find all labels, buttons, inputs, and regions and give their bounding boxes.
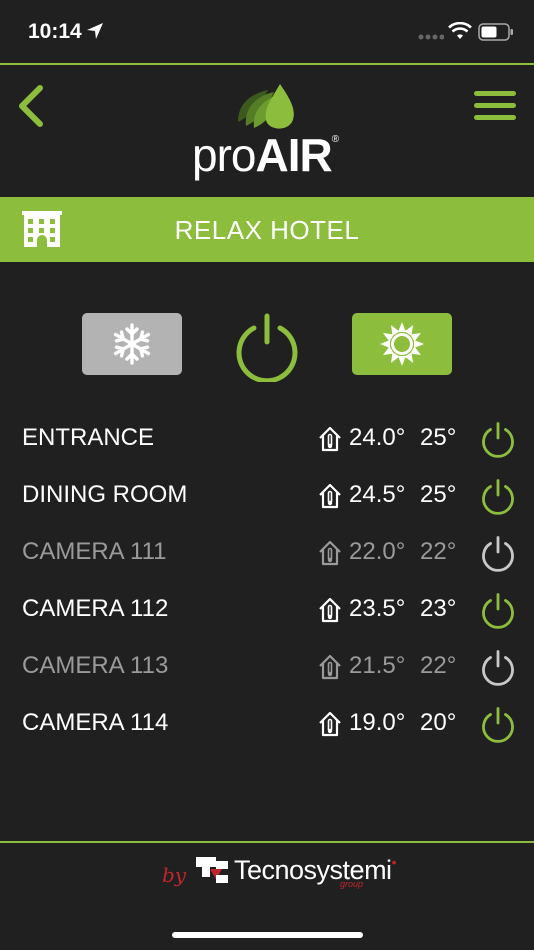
room-current-temp: 19.0°: [349, 709, 406, 736]
power-icon[interactable]: [479, 478, 517, 516]
hotel-bar[interactable]: RELAX HOTEL: [0, 197, 534, 262]
logo-pro: pro: [192, 129, 256, 181]
home-thermometer-icon: [319, 654, 341, 680]
brand-dot: •: [391, 854, 397, 870]
room-name: CAMERA 114: [22, 709, 169, 736]
room-name: CAMERA 112: [22, 595, 169, 622]
room-name: CAMERA 111: [22, 538, 167, 565]
home-indicator[interactable]: [172, 932, 363, 938]
power-icon[interactable]: [479, 592, 517, 630]
by-label: by: [162, 863, 187, 887]
room-current-temp: 23.5°: [349, 595, 406, 622]
footer-divider: [0, 841, 534, 843]
leaf-logo-icon: [238, 84, 294, 129]
room-setpoint[interactable]: 22°: [420, 538, 456, 566]
brand-name: Tecnosystemi•: [234, 854, 397, 886]
room-row[interactable]: CAMERA 114 19.0° 20°: [0, 695, 534, 752]
room-setpoint[interactable]: 22°: [420, 652, 456, 680]
logo-air: AIR: [255, 129, 332, 181]
menu-button[interactable]: [470, 86, 518, 126]
home-thermometer-icon: [319, 483, 341, 509]
room-row[interactable]: CAMERA 111 22.0° 22°: [0, 524, 534, 581]
tecnosystemi-mark-icon: [196, 857, 228, 883]
hotel-name: RELAX HOTEL: [174, 215, 360, 245]
home-thermometer-icon: [319, 711, 341, 737]
location-arrow-icon: [87, 23, 103, 39]
power-icon[interactable]: [479, 535, 517, 573]
sun-icon: [380, 322, 424, 366]
home-thermometer-icon: [319, 426, 341, 452]
status-time: 10:14: [28, 20, 82, 43]
back-button[interactable]: [10, 78, 54, 134]
tecnosystemi-logo: by Tecnosystemi• group: [162, 854, 397, 889]
room-row[interactable]: DINING ROOM 24.5° 25°: [0, 467, 534, 524]
battery-icon: [478, 23, 513, 41]
power-icon[interactable]: [479, 649, 517, 687]
room-row[interactable]: CAMERA 112 23.5° 23°: [0, 581, 534, 638]
cool-mode-button[interactable]: [82, 313, 182, 375]
room-current-temp: 24.0°: [349, 424, 406, 451]
room-name: ENTRANCE: [22, 424, 155, 451]
room-name: DINING ROOM: [22, 481, 188, 508]
master-power-button[interactable]: [232, 312, 302, 384]
power-icon[interactable]: [479, 706, 517, 744]
room-row[interactable]: ENTRANCE 24.0° 25°: [0, 410, 534, 467]
room-current-temp: 22.0°: [349, 538, 406, 565]
power-icon[interactable]: [479, 421, 517, 459]
home-thermometer-icon: [319, 540, 341, 566]
brand-group: group: [340, 879, 364, 889]
cellular-signal-icon: [418, 34, 444, 40]
room-setpoint[interactable]: 25°: [420, 481, 456, 509]
power-icon: [236, 313, 298, 384]
logo-wordmark: proAIR®: [192, 128, 339, 182]
room-setpoint[interactable]: 25°: [420, 424, 456, 452]
snowflake-icon: [113, 323, 151, 365]
room-row[interactable]: CAMERA 113 21.5° 22°: [0, 638, 534, 695]
room-name: CAMERA 113: [22, 652, 169, 679]
room-setpoint[interactable]: 20°: [420, 709, 456, 737]
room-setpoint[interactable]: 23°: [420, 595, 456, 623]
proair-logo: proAIR®: [188, 82, 350, 182]
status-bar: 10:14: [0, 0, 534, 64]
home-thermometer-icon: [319, 597, 341, 623]
brand-name-text: Tecnosystemi: [234, 855, 392, 885]
wifi-icon: [448, 22, 472, 39]
hamburger-menu-icon: [474, 91, 516, 120]
chevron-left-icon: [19, 85, 43, 127]
room-current-temp: 21.5°: [349, 652, 406, 679]
room-current-temp: 24.5°: [349, 481, 406, 508]
logo-registered: ®: [331, 134, 339, 145]
header-top-divider: [0, 63, 534, 65]
heat-mode-button[interactable]: [352, 313, 452, 375]
